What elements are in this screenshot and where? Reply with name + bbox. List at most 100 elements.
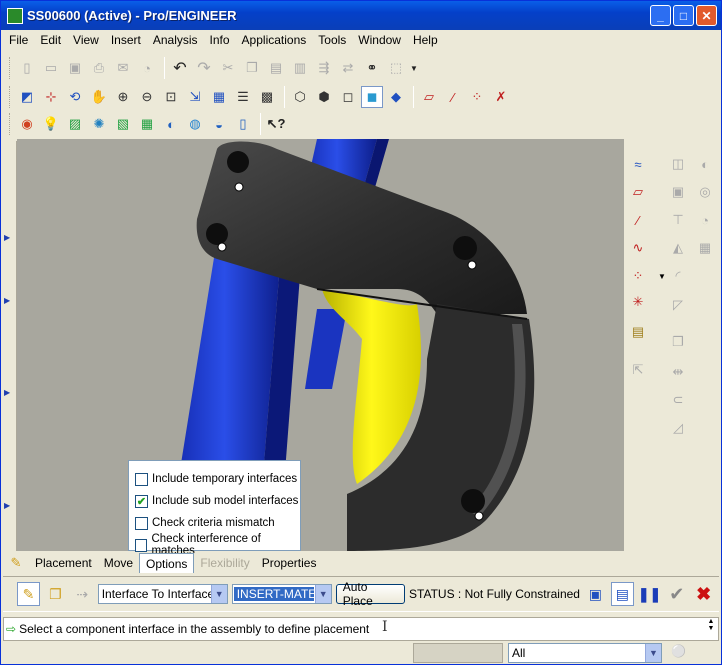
send-file-icon[interactable]: ◔: [136, 57, 158, 79]
menu-analysis[interactable]: Analysis: [147, 33, 204, 47]
copy-icon[interactable]: ❐: [241, 57, 263, 79]
message-scrollbar[interactable]: ▲ ▼: [704, 618, 718, 640]
option-include-temporary[interactable]: Include temporary interfaces: [135, 469, 297, 489]
draft-icon[interactable]: ◍: [184, 113, 206, 135]
spin-center-icon[interactable]: ⊹: [40, 86, 62, 108]
sweep-icon[interactable]: ▣: [667, 181, 689, 203]
axis-icon[interactable]: ⁄: [627, 209, 649, 231]
save-icon[interactable]: ▣: [64, 57, 86, 79]
round-icon[interactable]: ◜: [667, 265, 689, 287]
pan-hand-icon[interactable]: ✋: [88, 86, 110, 108]
expand-arrow-icon[interactable]: ▶: [4, 296, 10, 305]
reorient-icon[interactable]: ⇲: [184, 86, 206, 108]
send-mail-icon[interactable]: ✉: [112, 57, 134, 79]
toolbar-grip[interactable]: [9, 86, 12, 108]
zoom-out-icon[interactable]: ⊖: [136, 86, 158, 108]
analysis-feature-icon[interactable]: ▤: [627, 321, 649, 343]
chevron-down-icon[interactable]: ▼: [314, 585, 331, 603]
regenerate-icon[interactable]: ⇶: [313, 57, 335, 79]
cancel-icon[interactable]: ✖: [692, 582, 715, 606]
perspective-icon[interactable]: ✺: [88, 113, 110, 135]
dropdown-arrow-icon[interactable]: ▼: [409, 57, 419, 79]
saved-views-icon[interactable]: ▦: [208, 86, 230, 108]
enhanced-realism-icon[interactable]: ◆: [385, 86, 407, 108]
sketch-icon[interactable]: ≈: [627, 153, 649, 175]
tab-move[interactable]: Move: [98, 553, 139, 573]
open-file-icon[interactable]: ▭: [40, 57, 62, 79]
datum-axes-icon[interactable]: ⁄: [442, 86, 464, 108]
chamfer-icon[interactable]: ◸: [667, 294, 689, 316]
undo-icon[interactable]: ↶: [169, 57, 191, 79]
view-manager-icon[interactable]: ▩: [256, 86, 278, 108]
pause-icon[interactable]: ❚❚: [638, 582, 661, 606]
assembly-window-icon[interactable]: ▤: [610, 582, 634, 606]
menu-file[interactable]: File: [3, 33, 34, 47]
maximize-button[interactable]: □: [673, 5, 694, 26]
menu-edit[interactable]: Edit: [34, 33, 67, 47]
tab-options[interactable]: Options: [139, 553, 195, 573]
title-bar[interactable]: SS00600 (Active) - Pro/ENGINEER _ □ ✕: [1, 1, 721, 30]
curvature-icon[interactable]: ▦: [136, 113, 158, 135]
datum-planes-icon[interactable]: ▱: [418, 86, 440, 108]
coordinate-systems-icon[interactable]: ✗: [490, 86, 512, 108]
analysis-icon[interactable]: ▧: [112, 113, 134, 135]
separate-window-icon[interactable]: ❐: [44, 582, 67, 606]
orient-mode-icon[interactable]: ⟲: [64, 86, 86, 108]
selection-filter[interactable]: All ▼: [508, 643, 662, 663]
print-icon[interactable]: ⎙: [88, 57, 110, 79]
insert-here-icon[interactable]: ⇱: [627, 359, 649, 381]
expand-arrow-icon[interactable]: ▶: [4, 501, 10, 510]
pattern-icon[interactable]: ▦: [694, 237, 716, 259]
trim-icon[interactable]: ◿: [667, 417, 689, 439]
toolbar-grip[interactable]: [9, 57, 12, 79]
option-check-criteria[interactable]: Check criteria mismatch: [135, 513, 275, 533]
component-window-icon[interactable]: ▣: [584, 582, 607, 606]
refit-icon[interactable]: ⊡: [160, 86, 182, 108]
revolve-icon[interactable]: ◐: [694, 153, 716, 175]
paste-special-icon[interactable]: ▥: [289, 57, 311, 79]
expand-arrow-icon[interactable]: ▶: [4, 388, 10, 397]
section-icon[interactable]: ◒: [208, 113, 230, 135]
point-icon[interactable]: ⁘: [627, 265, 649, 287]
constraint-icon[interactable]: ✎: [17, 582, 40, 606]
layers-icon[interactable]: ☰: [232, 86, 254, 108]
checkbox-include-temporary[interactable]: [135, 472, 148, 486]
lights-icon[interactable]: 💡: [40, 113, 62, 135]
selection-box-icon[interactable]: ⬚: [385, 57, 407, 79]
redo-icon[interactable]: ↷: [193, 57, 215, 79]
accept-icon[interactable]: ✔: [665, 582, 688, 606]
menu-help[interactable]: Help: [407, 33, 444, 47]
menu-view[interactable]: View: [67, 33, 105, 47]
paste-icon[interactable]: ▤: [265, 57, 287, 79]
shading-icon[interactable]: ◼: [361, 86, 383, 108]
model-setup-icon[interactable]: ▨: [64, 113, 86, 135]
menu-window[interactable]: Window: [352, 33, 407, 47]
csys-icon[interactable]: ✳: [627, 291, 649, 313]
chevron-down-icon[interactable]: ▼: [210, 585, 227, 603]
chevron-down-icon[interactable]: ▼: [645, 644, 661, 662]
toolbar-grip[interactable]: [9, 113, 12, 135]
close-button[interactable]: ✕: [696, 5, 717, 26]
scroll-down-icon[interactable]: ▼: [708, 625, 715, 632]
datum-points-icon[interactable]: ⁘: [466, 86, 488, 108]
cut-icon[interactable]: ✂: [217, 57, 239, 79]
menu-info[interactable]: Info: [204, 33, 236, 47]
regen-manager-icon[interactable]: ⇄: [337, 57, 359, 79]
shell-icon[interactable]: ◔: [694, 209, 716, 231]
menu-applications[interactable]: Applications: [236, 33, 313, 47]
minimize-button[interactable]: _: [650, 5, 671, 26]
copy-feature-icon[interactable]: ❐: [667, 331, 689, 353]
checkbox-include-sub-model[interactable]: ✔: [135, 494, 148, 508]
menu-insert[interactable]: Insert: [105, 33, 147, 47]
tab-properties[interactable]: Properties: [256, 553, 323, 573]
checkbox-check-interference[interactable]: [135, 538, 148, 552]
constraint-type-select[interactable]: INSERT-MATE ▼: [231, 584, 332, 604]
change-orientation-icon[interactable]: ⇢: [71, 582, 94, 606]
curve-icon[interactable]: ∿: [627, 237, 649, 259]
color-appearance-icon[interactable]: ◉: [16, 113, 38, 135]
scroll-up-icon[interactable]: ▲: [708, 618, 715, 625]
auto-place-button[interactable]: Auto Place: [335, 580, 406, 608]
rib-icon[interactable]: ◭: [667, 237, 689, 259]
no-hidden-icon[interactable]: ◻: [337, 86, 359, 108]
slope-icon[interactable]: ◐: [160, 113, 182, 135]
